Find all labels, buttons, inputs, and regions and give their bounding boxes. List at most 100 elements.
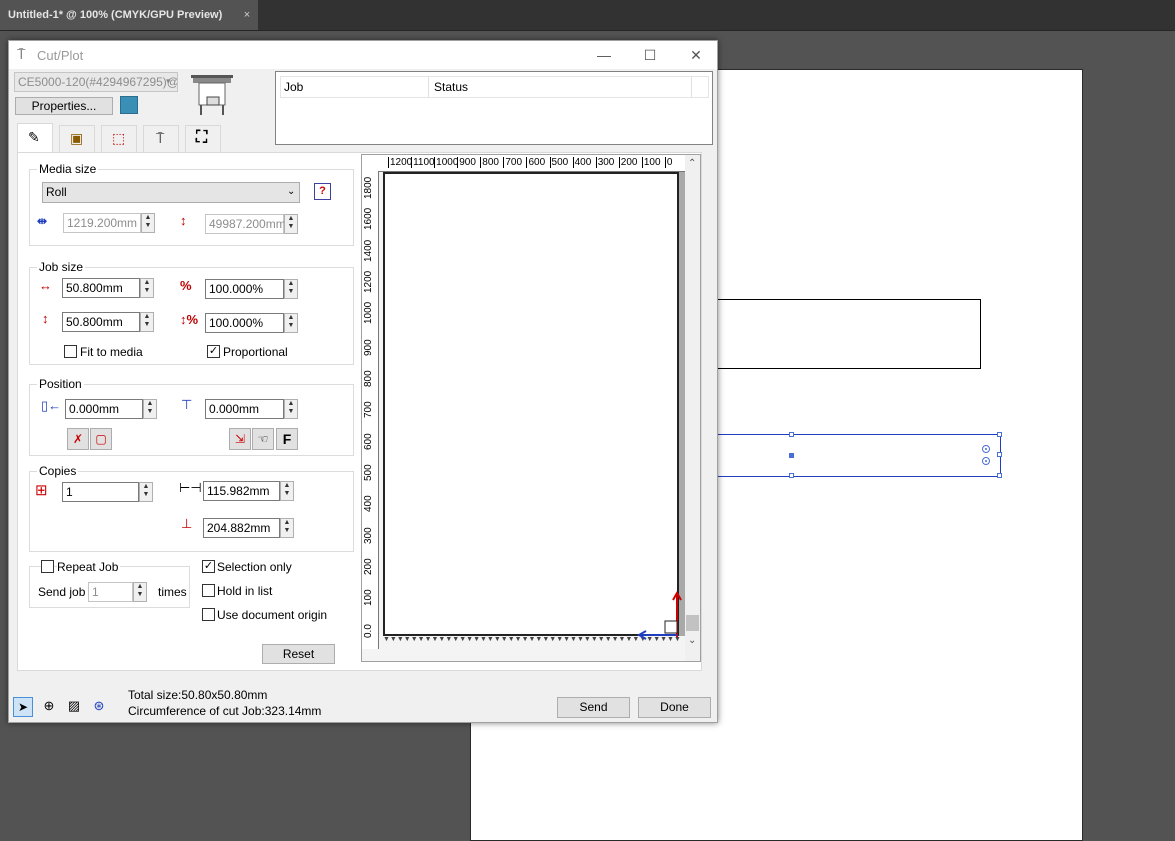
move-to-pointer-button[interactable]: ☜ — [252, 428, 274, 450]
document-tab[interactable]: Untitled-1* @ 100% (CMYK/GPU Preview) — [0, 0, 258, 30]
vertical-spacing-field[interactable]: 204.882mm — [203, 518, 280, 538]
zoom-in-icon[interactable]: ⊕ — [39, 697, 59, 717]
scale-y-field[interactable]: 100.000% — [205, 313, 284, 333]
position-y-field[interactable]: 0.000mm — [205, 399, 284, 419]
set-origin-button[interactable]: ▢ — [90, 428, 112, 450]
select-tool-icon[interactable]: ➤ — [13, 697, 33, 717]
copies-field[interactable]: 1 — [62, 482, 139, 502]
media-help-icon[interactable]: ? — [314, 183, 331, 200]
dialog-titlebar[interactable]: ⍑ Cut/Plot — ☐ ✕ — [9, 41, 717, 69]
position-x-field[interactable]: 0.000mm — [65, 399, 143, 419]
fit-to-media-checkbox[interactable] — [64, 345, 77, 358]
scale-x-icon: % — [180, 278, 192, 293]
ruler-tick-label: 100 — [641, 157, 661, 168]
ruler-tick-label: 300 — [595, 157, 615, 168]
job-table-header — [280, 76, 709, 98]
selection-handle[interactable] — [789, 432, 794, 437]
rectangle-shape[interactable] — [712, 299, 981, 369]
column-header-job[interactable]: Job — [284, 80, 303, 94]
ruler-tick-label: 1100 — [411, 157, 435, 168]
media-width-field[interactable]: 1219.200mm — [63, 213, 141, 233]
preview-scrollbar[interactable]: ⌃ ⌄ — [685, 155, 700, 661]
media-type-select[interactable]: Roll — [42, 182, 300, 203]
ruler-tick-label: 1200 — [388, 157, 413, 168]
minimize-button[interactable]: — — [581, 41, 627, 69]
proportional-label: Proportional — [223, 345, 288, 359]
ruler-tick-label: 1400 — [363, 239, 374, 262]
chevron-down-icon: ⌄ — [287, 186, 296, 197]
repeat-times-field[interactable]: 1 — [88, 582, 133, 602]
clear-position-button[interactable]: ✗ — [67, 428, 89, 450]
repeat-times-spinner[interactable]: ▲ ▼ — [133, 582, 147, 602]
horizontal-spacing-icon: ⊢⊣ — [179, 480, 202, 495]
selection-only-checkbox[interactable]: ✓ — [202, 560, 215, 573]
scrollbar-thumb[interactable] — [686, 615, 699, 631]
circumference-text: Circumference of cut Job:323.14mm — [128, 704, 322, 718]
f-button[interactable]: F — [276, 428, 298, 450]
ruler-tick-label: 700 — [363, 401, 374, 419]
repeat-job-checkbox[interactable] — [41, 560, 54, 573]
device-connect-icon[interactable] — [120, 96, 138, 114]
maximize-button[interactable]: ☐ — [627, 41, 673, 69]
horizontal-spacing-spinner[interactable]: ▲ ▼ — [280, 481, 294, 501]
close-tab-icon[interactable]: × — [241, 0, 253, 30]
position-y-spinner[interactable]: ▲ ▼ — [284, 399, 298, 419]
fullscreen-tab[interactable]: ⛶ — [185, 125, 221, 153]
column-header-status[interactable]: Status — [434, 80, 468, 94]
media-width-spinner[interactable]: ▲ ▼ — [141, 213, 155, 233]
selection-handle[interactable] — [789, 473, 794, 478]
total-size-text: Total size:50.80x50.80mm — [128, 688, 268, 702]
column-divider[interactable] — [428, 77, 429, 97]
ruler-tick-label: 400 — [572, 157, 592, 168]
proportional-checkbox[interactable]: ✓ — [207, 345, 220, 358]
media-length-icon: ↕ — [180, 213, 187, 228]
position-x-spinner[interactable]: ▲ ▼ — [143, 399, 157, 419]
vertical-spacing-spinner[interactable]: ▲ ▼ — [280, 518, 294, 538]
ruler-tick-label: 1800 — [363, 176, 374, 199]
job-width-field[interactable]: 50.800mm — [62, 278, 140, 298]
ruler-tick-label: 500 — [363, 464, 374, 481]
media-length-field[interactable]: 49987.200mm — [205, 214, 286, 234]
registration-tab[interactable]: ⬚ — [101, 125, 137, 153]
job-height-icon: ↕ — [42, 311, 49, 326]
fit-to-media-label: Fit to media — [80, 345, 143, 359]
job-list-table[interactable]: Job Status — [275, 71, 713, 145]
use-document-origin-checkbox[interactable] — [202, 608, 215, 621]
ruler-tick-label: 0 — [664, 157, 673, 168]
corner-widget-icon[interactable] — [982, 445, 990, 453]
job-width-spinner[interactable]: ▲ ▼ — [140, 278, 154, 298]
zoom-fit-icon[interactable]: ⊛ — [89, 697, 109, 717]
done-button[interactable]: Done — [638, 697, 711, 718]
scale-x-field[interactable]: 100.000% — [205, 279, 284, 299]
scroll-down-icon[interactable]: ⌄ — [688, 635, 696, 646]
close-button[interactable]: ✕ — [673, 41, 719, 69]
properties-button[interactable]: Properties... — [15, 97, 113, 115]
send-button[interactable]: Send — [557, 697, 630, 718]
copies-spinner[interactable]: ▲ ▼ — [139, 482, 153, 502]
corner-widget-icon[interactable] — [982, 457, 990, 465]
job-height-field[interactable]: 50.800mm — [62, 312, 140, 332]
job-height-spinner[interactable]: ▲ ▼ — [140, 312, 154, 332]
reset-button[interactable]: Reset — [262, 644, 335, 664]
scale-x-spinner[interactable]: ▲ ▼ — [284, 279, 298, 299]
top-ruler: 1200 1100 1000 900 800 700 600 500 400 300 200 100 0 — [362, 155, 692, 172]
scale-y-spinner[interactable]: ▲ ▼ — [284, 313, 298, 333]
hold-in-list-checkbox[interactable] — [202, 584, 215, 597]
ruler-tick-label: 1000 — [363, 302, 374, 325]
selection-handle[interactable] — [997, 432, 1002, 437]
media-length-spinner[interactable]: ▲ ▼ — [284, 214, 298, 234]
scroll-up-icon[interactable]: ⌃ — [688, 158, 696, 169]
fit-page-icon[interactable]: ▨ — [64, 697, 84, 717]
general-tab[interactable]: ✎ — [17, 123, 53, 153]
plotter-tab[interactable]: ▣ — [59, 125, 95, 153]
horizontal-spacing-field[interactable]: 115.982mm — [203, 481, 280, 501]
tool-tab[interactable]: ⍑ — [143, 125, 179, 153]
selection-handle[interactable] — [997, 473, 1002, 478]
position-y-icon: ⊤ — [181, 397, 193, 412]
selection-handle[interactable] — [997, 452, 1002, 457]
position-label: Position — [37, 377, 84, 391]
move-to-origin-button[interactable]: ⇲ — [229, 428, 251, 450]
device-select[interactable]: CE5000-120(#4294967295)@ — [14, 72, 178, 92]
media-width-icon: ⇹ — [37, 214, 48, 228]
selected-rectangle-shape[interactable] — [712, 434, 1001, 477]
